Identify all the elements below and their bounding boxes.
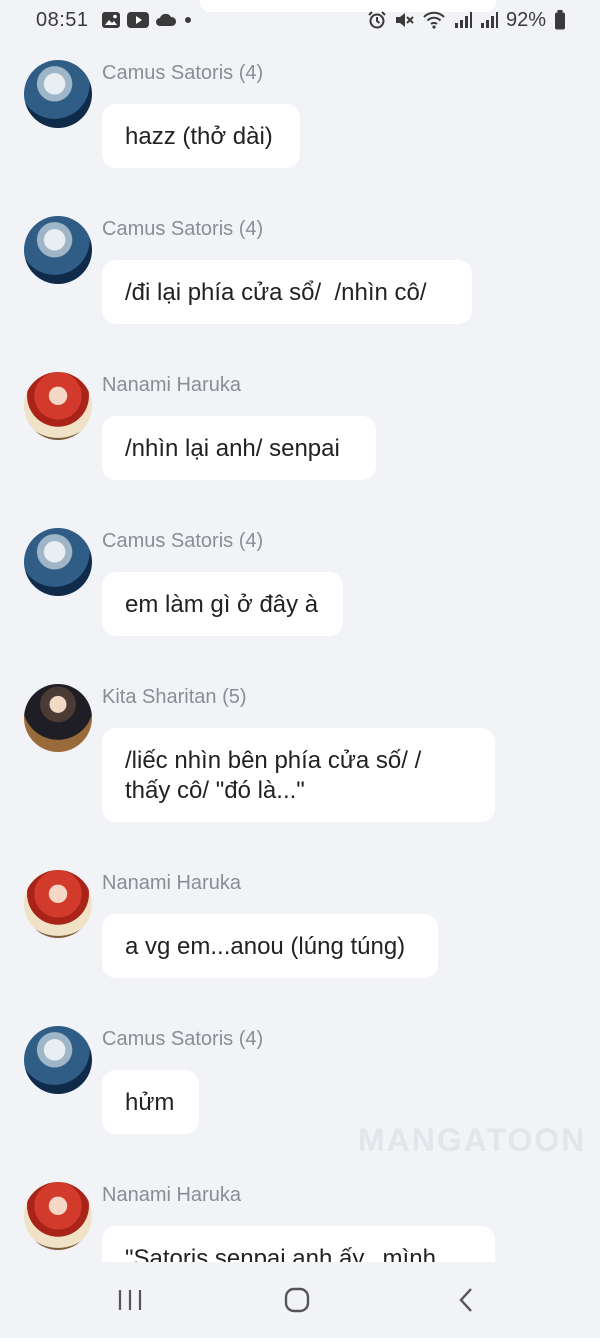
message-bubble[interactable]: /đi lại phía cửa sổ/ /nhìn cô/	[102, 260, 472, 324]
avatar[interactable]	[24, 528, 92, 596]
dot-icon	[184, 17, 191, 23]
mute-icon	[395, 13, 414, 27]
back-icon	[459, 1288, 472, 1312]
sender-name: Nanami Haruka	[102, 374, 241, 396]
wifi-icon	[423, 11, 445, 29]
watermark: MANGATOON	[358, 1122, 587, 1158]
message-bubble[interactable]: hửm	[102, 1070, 199, 1134]
status-bar: 08:51 92%	[0, 0, 600, 40]
avatar[interactable]	[24, 60, 92, 128]
navigation-bar	[0, 1262, 600, 1338]
youtube-icon	[126, 12, 149, 28]
message-bubble[interactable]: em làm gì ở đây à	[102, 572, 343, 636]
avatar[interactable]	[24, 870, 92, 938]
message-bubble[interactable]: hazz (thở dài)	[102, 104, 300, 168]
message-bubble[interactable]: /nhìn lại anh/ senpai	[102, 416, 376, 480]
sender-name: Camus Satoris (4)	[102, 1028, 264, 1050]
back-button[interactable]	[436, 1270, 496, 1330]
avatar[interactable]	[24, 1182, 92, 1250]
sender-name: Nanami Haruka	[102, 1184, 241, 1206]
avatar[interactable]	[24, 216, 92, 284]
cloud-icon	[155, 13, 176, 26]
battery-icon	[555, 10, 565, 30]
avatar[interactable]	[24, 684, 92, 752]
recent-apps-button[interactable]	[100, 1270, 160, 1330]
message-bubble[interactable]: "Satoris senpai anh ấy...mình	[102, 1226, 495, 1262]
sender-name: Camus Satoris (4)	[102, 62, 264, 84]
message-bubble[interactable]: /liếc nhìn bên phía cửa số/ / thấy cô/ "…	[102, 728, 495, 822]
chat-feed[interactable]: Camus Satoris (4) hazz (thở dài) Camus S…	[0, 0, 600, 1262]
alarm-icon	[368, 11, 386, 29]
recent-apps-icon	[118, 1290, 142, 1310]
home-icon	[284, 1287, 310, 1313]
sender-name: Kita Sharitan (5)	[102, 686, 247, 708]
sender-name: Camus Satoris (4)	[102, 530, 264, 552]
sender-name: Camus Satoris (4)	[102, 218, 264, 240]
gallery-icon	[101, 12, 120, 28]
home-button[interactable]	[267, 1270, 327, 1330]
avatar[interactable]	[24, 372, 92, 440]
signal-icon	[480, 12, 498, 28]
battery-percent: 92%	[505, 8, 546, 31]
avatar[interactable]	[24, 1026, 92, 1094]
clock: 08:51	[36, 8, 89, 31]
sender-name: Nanami Haruka	[102, 872, 241, 894]
signal-icon	[454, 12, 472, 28]
message-bubble[interactable]: a vg em...anou (lúng túng)	[102, 914, 438, 978]
